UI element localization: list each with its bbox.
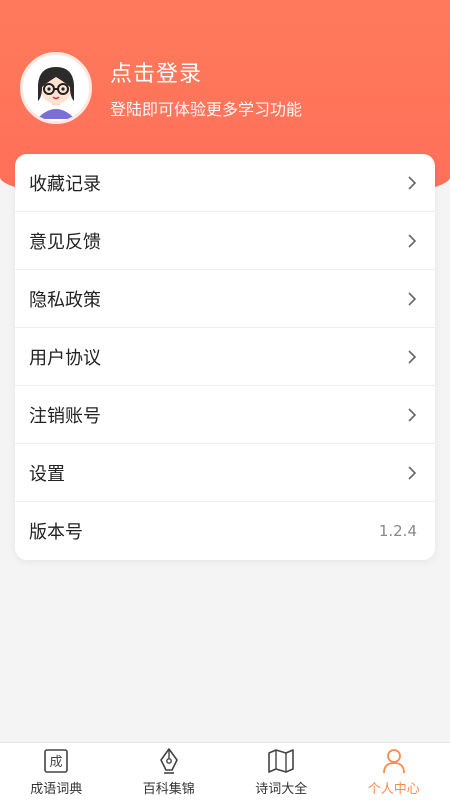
menu-item-version: 版本号 1.2.4 <box>15 502 435 560</box>
tab-label: 个人中心 <box>367 782 420 797</box>
tab-label: 成语词典 <box>30 782 83 797</box>
tab-poetry[interactable]: 诗词大全 <box>225 743 338 800</box>
avatar[interactable] <box>20 52 92 124</box>
login-subtitle: 登陆即可体验更多学习功能 <box>110 100 303 119</box>
menu-item-favorites[interactable]: 收藏记录 <box>15 154 435 212</box>
menu-item-label: 注销账号 <box>29 405 101 427</box>
menu-item-label: 用户协议 <box>29 347 101 369</box>
user-icon <box>379 746 409 776</box>
login-title[interactable]: 点击登录 <box>110 56 302 88</box>
chevron-right-icon <box>408 291 417 306</box>
idiom-glyph: 成 <box>50 755 63 770</box>
tab-profile[interactable]: 个人中心 <box>338 743 450 800</box>
menu-item-label: 隐私政策 <box>29 289 101 311</box>
chevron-right-icon <box>408 465 417 480</box>
menu-item-feedback[interactable]: 意见反馈 <box>15 212 435 270</box>
login-profile[interactable]: 点击登录 登陆即可体验更多学习功能 <box>20 52 302 124</box>
version-label: 版本号 <box>29 522 83 543</box>
menu-item-label: 设置 <box>29 463 65 485</box>
chevron-right-icon <box>408 175 417 190</box>
tab-encyclopedia[interactable]: 百科集锦 <box>113 743 226 800</box>
tab-idiom-dictionary[interactable]: 成 成语词典 <box>0 743 113 800</box>
bottom-tab-bar: 成 成语词典 百科集锦 诗词大全 个人中心 <box>0 742 450 800</box>
version-value: 1.2.4 <box>378 522 417 540</box>
chevron-right-icon <box>408 233 417 248</box>
menu-item-settings[interactable]: 设置 <box>15 444 435 502</box>
menu-item-label: 意见反馈 <box>29 231 101 253</box>
idiom-book-icon: 成 <box>41 746 71 776</box>
chevron-right-icon <box>408 407 417 422</box>
book-map-icon <box>266 746 296 776</box>
menu-item-delete-account[interactable]: 注销账号 <box>15 386 435 444</box>
tab-label: 百科集锦 <box>142 782 195 797</box>
menu-item-privacy[interactable]: 隐私政策 <box>15 270 435 328</box>
chevron-right-icon <box>408 349 417 364</box>
menu-item-label: 收藏记录 <box>29 173 101 195</box>
menu-item-agreement[interactable]: 用户协议 <box>15 328 435 386</box>
pen-nib-icon <box>154 746 184 776</box>
menu-card: 收藏记录 意见反馈 隐私政策 用户协议 注销账号 设置 版本号 1.2.4 <box>15 154 435 560</box>
tab-label: 诗词大全 <box>255 782 308 797</box>
avatar-girl-icon <box>23 55 89 121</box>
